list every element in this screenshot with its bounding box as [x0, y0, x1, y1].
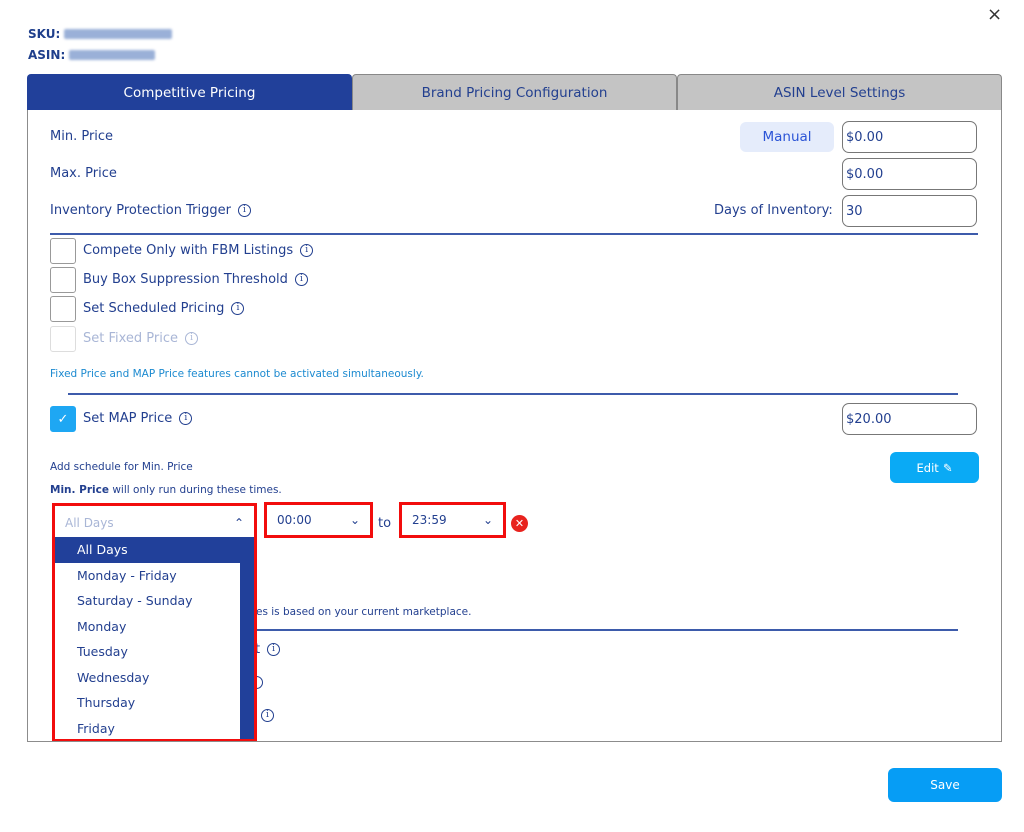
compete-fbm-checkbox[interactable] [50, 238, 76, 264]
edit-schedule-button[interactable]: Edit ✎ [890, 452, 979, 483]
compete-fbm-text: Compete Only with FBM Listings [83, 243, 294, 258]
fixed-map-conflict-note: Fixed Price and MAP Price features canno… [50, 368, 424, 380]
map-price-text: Set MAP Price [83, 411, 173, 426]
tab-competitive-pricing[interactable]: Competitive Pricing [27, 74, 352, 110]
chevron-down-icon: ⌄ [349, 513, 360, 527]
dropdown-option-saturday-sunday[interactable]: Saturday - Sunday [55, 588, 240, 614]
competitive-pricing-panel: Min. Price Manual $0.00 Max. Price $0.00… [27, 110, 1002, 742]
run-note-bold: Min. Price [50, 484, 109, 496]
dropdown-option-friday[interactable]: Friday [55, 716, 240, 740]
max-price-input[interactable]: $0.00 [842, 158, 977, 190]
info-icon[interactable]: i [179, 412, 193, 425]
sku-label: SKU: [28, 27, 61, 41]
to-label: to [378, 516, 392, 531]
save-button[interactable]: Save [888, 768, 1002, 802]
fixed-price-text: Set Fixed Price [83, 331, 179, 346]
days-select[interactable]: All Days ⌃ [52, 503, 257, 539]
hidden-option-row: i [261, 709, 274, 722]
schedule-run-note: Min. Price will only run during these ti… [50, 484, 282, 496]
chevron-down-icon: ⌄ [482, 513, 493, 527]
fixed-price-label: Set Fixed Price i [83, 331, 199, 346]
section-divider [256, 629, 958, 631]
info-icon[interactable]: i [261, 709, 274, 722]
dropdown-option-all-days[interactable]: All Days [55, 537, 240, 563]
start-time-select[interactable]: 00:00 ⌄ [264, 502, 373, 538]
timezone-note: es is based on your current marketplace. [256, 606, 472, 618]
max-price-text: Max. Price [50, 166, 117, 181]
asin-value-redacted [69, 50, 156, 60]
run-note-rest: will only run during these times. [109, 484, 282, 496]
sku-value-redacted [64, 29, 173, 39]
close-icon[interactable]: × [987, 4, 1002, 25]
remove-schedule-icon[interactable]: ✕ [511, 515, 528, 532]
dropdown-option-monday-friday[interactable]: Monday - Friday [55, 563, 240, 589]
add-schedule-label: Add schedule for Min. Price [50, 461, 193, 473]
min-price-label: Min. Price [50, 129, 113, 144]
end-time-select[interactable]: 23:59 ⌄ [399, 502, 506, 538]
dropdown-option-thursday[interactable]: Thursday [55, 690, 240, 716]
days-select-value: All Days [65, 515, 114, 530]
tab-asin-level-settings[interactable]: ASIN Level Settings [677, 74, 1002, 110]
compete-fbm-label: Compete Only with FBM Listings i [83, 243, 314, 258]
dropdown-option-tuesday[interactable]: Tuesday [55, 639, 240, 665]
tab-bar: Competitive Pricing Brand Pricing Config… [27, 74, 1002, 110]
max-price-label: Max. Price [50, 166, 117, 181]
scheduled-pricing-checkbox[interactable] [50, 296, 76, 322]
info-icon: i [185, 332, 199, 345]
sku-row: SKU: [28, 27, 173, 41]
dropdown-scrollbar[interactable] [240, 537, 254, 739]
section-divider [68, 393, 958, 395]
info-icon[interactable]: i [267, 643, 281, 656]
check-icon: ✓ [57, 411, 69, 427]
map-price-checkbox[interactable]: ✓ [50, 406, 76, 432]
map-price-input[interactable]: $20.00 [842, 403, 977, 435]
days-dropdown-list: All Days Monday - Friday Saturday - Sund… [55, 537, 240, 740]
scheduled-pricing-text: Set Scheduled Pricing [83, 301, 225, 316]
buy-box-suppression-checkbox[interactable] [50, 267, 76, 293]
chevron-up-icon: ⌃ [233, 515, 244, 530]
buy-box-suppression-label: Buy Box Suppression Threshold i [83, 272, 308, 287]
min-price-text: Min. Price [50, 129, 114, 144]
info-icon[interactable]: i [237, 204, 251, 217]
days-of-inventory-input[interactable]: 30 [842, 195, 977, 227]
inventory-protection-label: Inventory Protection Trigger i [50, 203, 251, 218]
dropdown-option-wednesday[interactable]: Wednesday [55, 665, 240, 691]
info-icon[interactable]: i [294, 273, 308, 286]
min-price-input[interactable]: $0.00 [842, 121, 977, 153]
map-price-label: Set MAP Price i [83, 411, 193, 426]
info-icon[interactable]: i [231, 302, 245, 315]
dropdown-option-monday[interactable]: Monday [55, 614, 240, 640]
start-time-value: 00:00 [277, 513, 312, 527]
scheduled-pricing-label: Set Scheduled Pricing i [83, 301, 245, 316]
buy-box-suppression-text: Buy Box Suppression Threshold [83, 272, 288, 287]
info-icon[interactable]: i [300, 244, 314, 257]
tab-brand-pricing-configuration[interactable]: Brand Pricing Configuration [352, 74, 677, 110]
asin-row: ASIN: [28, 48, 156, 62]
hidden-option-row: t i [255, 642, 281, 657]
inventory-protection-text: Inventory Protection Trigger [50, 203, 231, 218]
asin-label: ASIN: [28, 48, 66, 62]
days-dropdown-menu: All Days Monday - Friday Saturday - Sund… [52, 537, 257, 741]
fixed-price-checkbox [50, 326, 76, 352]
edit-label: Edit [916, 460, 939, 475]
min-price-mode-button[interactable]: Manual [740, 122, 834, 152]
days-of-inventory-label: Days of Inventory: [714, 203, 833, 218]
section-divider [50, 233, 978, 235]
end-time-value: 23:59 [412, 513, 447, 527]
pencil-icon: ✎ [942, 460, 953, 475]
